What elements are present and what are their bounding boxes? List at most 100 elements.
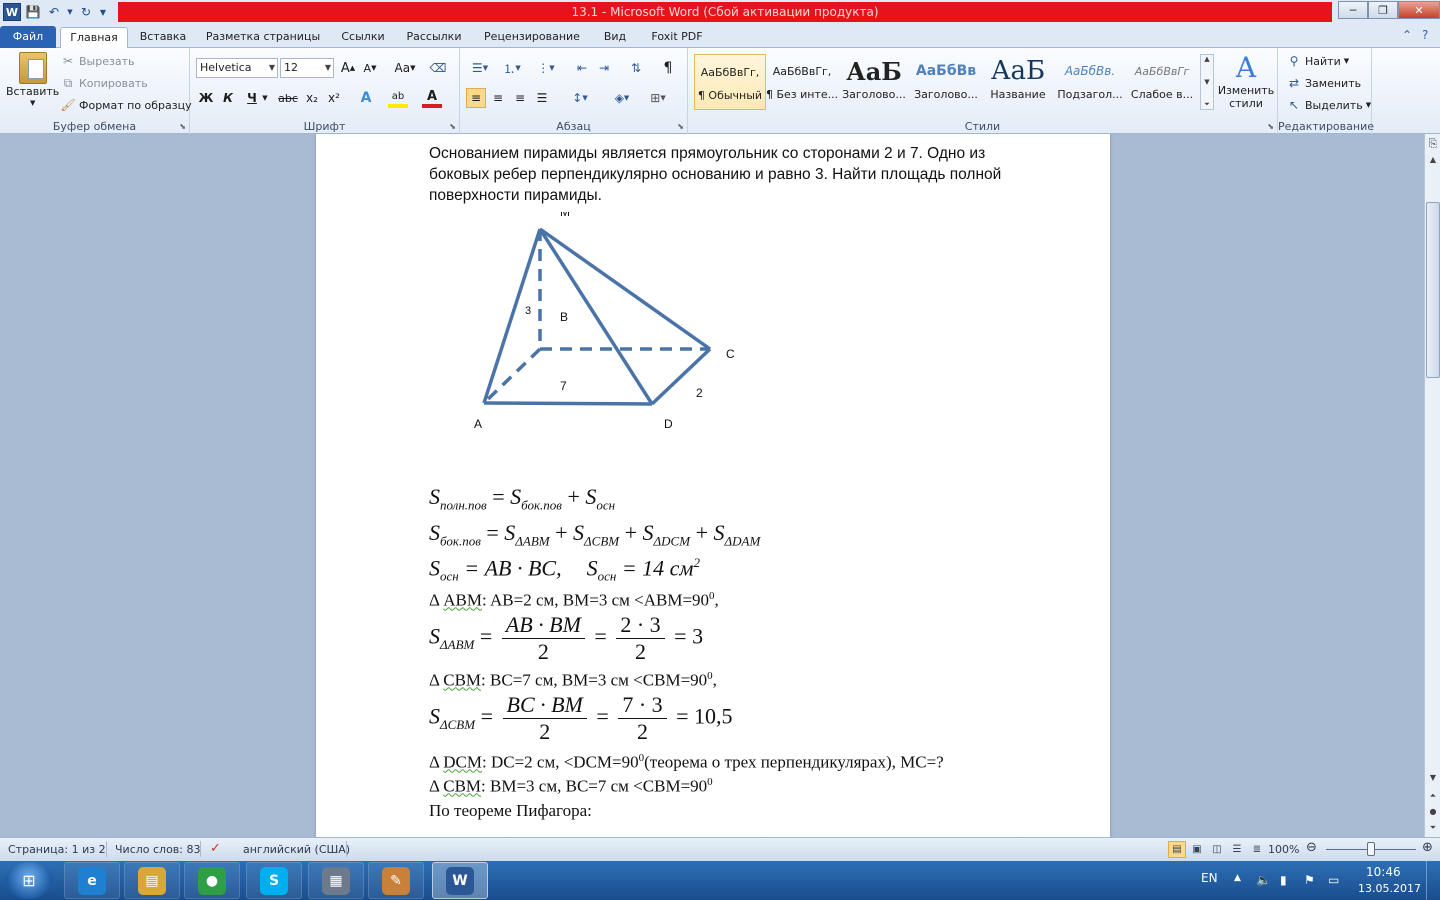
- align-right-icon[interactable]: ≡: [510, 88, 530, 108]
- tab-mailings[interactable]: Рассылки: [398, 27, 470, 48]
- maximize-button[interactable]: ❐: [1368, 1, 1398, 19]
- help-icon[interactable]: ?: [1422, 28, 1428, 42]
- word-app-icon[interactable]: W: [3, 3, 21, 21]
- shading-button[interactable]: ◈ ▼: [608, 88, 636, 108]
- italic-button[interactable]: К: [218, 88, 238, 108]
- redo-icon[interactable]: ↻: [77, 3, 95, 21]
- web-layout-view-icon[interactable]: ◫: [1208, 841, 1226, 858]
- show-marks-button[interactable]: ¶: [658, 58, 678, 78]
- save-icon[interactable]: 💾: [24, 3, 42, 21]
- style-subtitle[interactable]: АаБбВв. Подзагол...: [1054, 54, 1126, 110]
- zoom-in-icon[interactable]: ⊕: [1422, 840, 1433, 855]
- format-painter-button[interactable]: 🖌 Формат по образцу: [60, 97, 191, 113]
- volume-icon[interactable]: 🔈: [1256, 873, 1271, 887]
- zoom-slider-thumb[interactable]: [1367, 842, 1375, 856]
- scroll-thumb[interactable]: [1426, 202, 1440, 378]
- clock-date[interactable]: 13.05.2017: [1358, 882, 1421, 895]
- justify-icon[interactable]: ☰: [532, 88, 552, 108]
- show-desktop-button[interactable]: [1426, 861, 1440, 900]
- customize-toolbar-icon[interactable]: ▼: [98, 3, 108, 21]
- styles-launcher-icon[interactable]: ⬊: [1267, 122, 1274, 131]
- action-center-icon[interactable]: ⚑: [1304, 873, 1315, 887]
- increase-indent-icon[interactable]: ⇥: [594, 58, 614, 78]
- copy-button[interactable]: ⧉ Копировать: [60, 75, 148, 91]
- font-color-button[interactable]: A: [422, 88, 442, 108]
- multilevel-list-button[interactable]: ⋮ ▼: [532, 58, 560, 78]
- scroll-up-icon[interactable]: ▲: [1426, 152, 1440, 167]
- highlight-button[interactable]: ab: [388, 88, 408, 108]
- style-normal[interactable]: АаБбВвГг, ¶ Обычный: [694, 54, 766, 110]
- borders-button[interactable]: ⊞ ▼: [644, 88, 672, 108]
- clear-format-icon[interactable]: ⌫: [428, 58, 448, 78]
- line-spacing-button[interactable]: ↕ ▼: [566, 88, 594, 108]
- previous-page-icon[interactable]: ⏶: [1426, 788, 1440, 803]
- page-counter[interactable]: Страница: 1 из 2: [8, 843, 106, 856]
- taskbar-app-paint[interactable]: ✎: [368, 862, 424, 899]
- style-heading-1[interactable]: АаБ Заголово...: [838, 54, 910, 110]
- align-center-icon[interactable]: ≡: [488, 88, 508, 108]
- style-no-spacing[interactable]: АаБбВвГг, ¶ Без инте...: [766, 54, 838, 110]
- word-count[interactable]: Число слов: 83: [115, 843, 201, 856]
- tab-file[interactable]: Файл: [0, 26, 56, 48]
- undo-dropdown-icon[interactable]: ▼: [66, 3, 74, 21]
- print-layout-view-icon[interactable]: ▤: [1168, 841, 1186, 858]
- style-title[interactable]: АаБ Название: [982, 54, 1054, 110]
- paste-button[interactable]: Вставить ▼: [6, 52, 59, 107]
- taskbar-app-ie[interactable]: e: [64, 862, 120, 899]
- zoom-level[interactable]: 100%: [1268, 843, 1299, 856]
- taskbar-app-calculator[interactable]: ▦: [308, 862, 364, 899]
- replace-button[interactable]: ⇄ Заменить: [1286, 75, 1361, 91]
- align-left-icon[interactable]: ≡: [466, 88, 486, 108]
- minimize-ribbon-icon[interactable]: ⌃: [1402, 28, 1412, 42]
- bold-button[interactable]: Ж: [196, 88, 216, 108]
- more-styles-icon[interactable]: ⏷: [1204, 100, 1210, 109]
- bullets-button[interactable]: ☰ ▼: [466, 58, 494, 78]
- tab-view[interactable]: Вид: [594, 27, 636, 48]
- language-indicator[interactable]: английский (США): [243, 843, 350, 856]
- text-effects-button[interactable]: A: [356, 88, 376, 108]
- select-button[interactable]: ↖ Выделить ▼: [1286, 97, 1371, 113]
- chevron-down-icon[interactable]: ▼: [1204, 78, 1209, 86]
- document-page[interactable]: Основанием пирамиды является прямоугольн…: [316, 134, 1110, 837]
- style-subtle-emphasis[interactable]: АаБбВвГг Слабое в...: [1126, 54, 1198, 110]
- show-hidden-icons-icon[interactable]: ▲: [1234, 873, 1241, 883]
- decrease-indent-icon[interactable]: ⇤: [572, 58, 592, 78]
- browse-object-icon[interactable]: ●: [1426, 804, 1440, 819]
- tab-home[interactable]: Главная: [60, 27, 128, 48]
- find-button[interactable]: ⚲ Найти ▼: [1286, 53, 1350, 69]
- tab-insert[interactable]: Вставка: [132, 27, 194, 48]
- next-page-icon[interactable]: ⏷: [1426, 820, 1440, 835]
- taskbar-app-explorer[interactable]: ▤: [124, 862, 180, 899]
- underline-dropdown-icon[interactable]: ▼: [260, 88, 270, 108]
- tab-references[interactable]: Ссылки: [332, 27, 394, 48]
- undo-icon[interactable]: ↶: [45, 3, 63, 21]
- draft-view-icon[interactable]: ≣: [1248, 841, 1266, 858]
- taskbar-app-chrome[interactable]: ●: [184, 862, 240, 899]
- styles-scroll[interactable]: ▲ ▼ ⏷: [1200, 54, 1214, 110]
- change-styles-button[interactable]: A Изменить стили: [1218, 52, 1274, 111]
- shrink-font-button[interactable]: A ▼: [360, 58, 380, 78]
- font-size-combo[interactable]: 12 ▼: [280, 58, 334, 78]
- style-heading-2[interactable]: АаБбВв Заголово...: [910, 54, 982, 110]
- ruler-toggle-icon[interactable]: ⎘: [1426, 136, 1440, 151]
- minimize-button[interactable]: ─: [1338, 1, 1368, 19]
- taskbar-app-skype[interactable]: S: [246, 862, 302, 899]
- subscript-button[interactable]: x₂: [302, 88, 322, 108]
- start-button[interactable]: ⊞: [6, 862, 52, 899]
- outline-view-icon[interactable]: ☰: [1228, 841, 1246, 858]
- paragraph-launcher-icon[interactable]: ⬊: [677, 122, 684, 131]
- cut-button[interactable]: ✂ Вырезать: [60, 53, 135, 69]
- underline-button[interactable]: Ч: [242, 88, 262, 108]
- close-button[interactable]: ✕: [1398, 1, 1440, 19]
- network-icon[interactable]: ▮: [1280, 873, 1287, 887]
- taskbar-app-word[interactable]: W: [432, 862, 488, 899]
- font-launcher-icon[interactable]: ⬊: [449, 122, 456, 131]
- superscript-button[interactable]: x²: [324, 88, 344, 108]
- change-case-button[interactable]: Aa ▼: [390, 58, 420, 78]
- clipboard-launcher-icon[interactable]: ⬊: [179, 122, 186, 131]
- zoom-out-icon[interactable]: ⊖: [1306, 840, 1317, 855]
- display-icon[interactable]: ▭: [1328, 873, 1339, 887]
- proofing-icon[interactable]: ✓: [210, 841, 221, 856]
- strikethrough-button[interactable]: abc: [276, 88, 300, 108]
- tab-review[interactable]: Рецензирование: [474, 27, 590, 48]
